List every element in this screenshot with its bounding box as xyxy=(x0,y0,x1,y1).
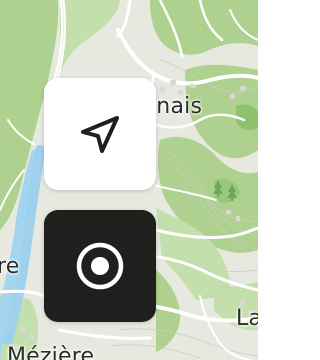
place-label: re xyxy=(0,254,20,279)
navigate-button[interactable] xyxy=(44,78,156,190)
locate-me-button[interactable] xyxy=(44,210,156,322)
place-label: inais xyxy=(150,94,203,119)
map-view[interactable]: inais re La Mézière xyxy=(0,0,258,360)
target-icon xyxy=(70,236,130,296)
place-label: Mézière xyxy=(7,344,95,360)
navigation-arrow-icon xyxy=(70,104,130,164)
place-label: La xyxy=(236,306,258,331)
